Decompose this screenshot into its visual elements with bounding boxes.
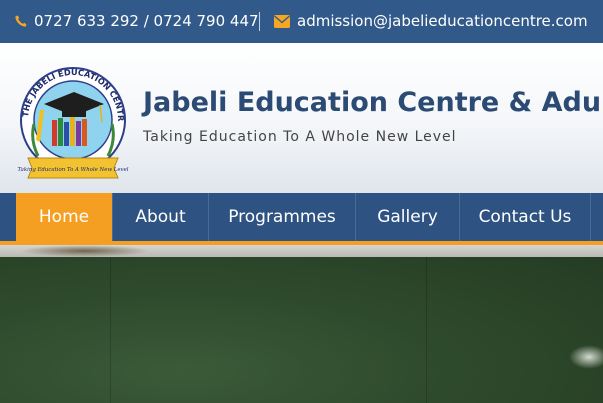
nav-about-label: About xyxy=(135,207,186,227)
site-header: THE JABELI EDUCATION CENTRE Taking Educa… xyxy=(0,43,603,193)
nav-gallery-label: Gallery xyxy=(377,207,438,227)
hero-chalkboard-image xyxy=(0,245,603,403)
hero-panel-line xyxy=(426,257,427,403)
nav-home[interactable]: Home xyxy=(16,193,112,241)
svg-text:Taking Education To A Whole Ne: Taking Education To A Whole New Level xyxy=(17,167,128,173)
hero-smudge xyxy=(20,245,150,257)
envelope-icon xyxy=(274,14,290,28)
phone-contact[interactable]: 0727 633 292 / 0724 790 447 xyxy=(14,12,259,30)
site-title[interactable]: Jabeli Education Centre & Adult xyxy=(143,87,603,118)
phone-icon xyxy=(14,14,28,28)
nav-programmes[interactable]: Programmes xyxy=(208,193,355,241)
nav-gallery[interactable]: Gallery xyxy=(355,193,459,241)
email-contact[interactable]: admission@jabelieducationcentre.com xyxy=(274,12,588,30)
phone-numbers[interactable]: 0727 633 292 / 0724 790 447 xyxy=(34,12,259,30)
school-logo[interactable]: THE JABELI EDUCATION CENTRE Taking Educa… xyxy=(7,52,136,188)
main-navigation: Home About Programmes Gallery Contact Us xyxy=(0,193,603,245)
nav-contact-us[interactable]: Contact Us xyxy=(459,193,590,241)
top-bar: 0727 633 292 / 0724 790 447 admission@ja… xyxy=(0,0,603,43)
hero-chalk-mark xyxy=(569,345,603,369)
nav-right-edge xyxy=(590,193,603,241)
site-tagline: Taking Education To A Whole New Level xyxy=(143,129,457,145)
nav-left-edge xyxy=(0,193,16,241)
nav-programmes-label: Programmes xyxy=(228,207,336,227)
nav-about[interactable]: About xyxy=(112,193,208,241)
nav-contact-us-label: Contact Us xyxy=(478,207,572,227)
hero-panel-line xyxy=(110,257,111,403)
email-address[interactable]: admission@jabelieducationcentre.com xyxy=(297,12,588,30)
topbar-divider xyxy=(259,12,260,31)
nav-home-label: Home xyxy=(38,207,90,227)
